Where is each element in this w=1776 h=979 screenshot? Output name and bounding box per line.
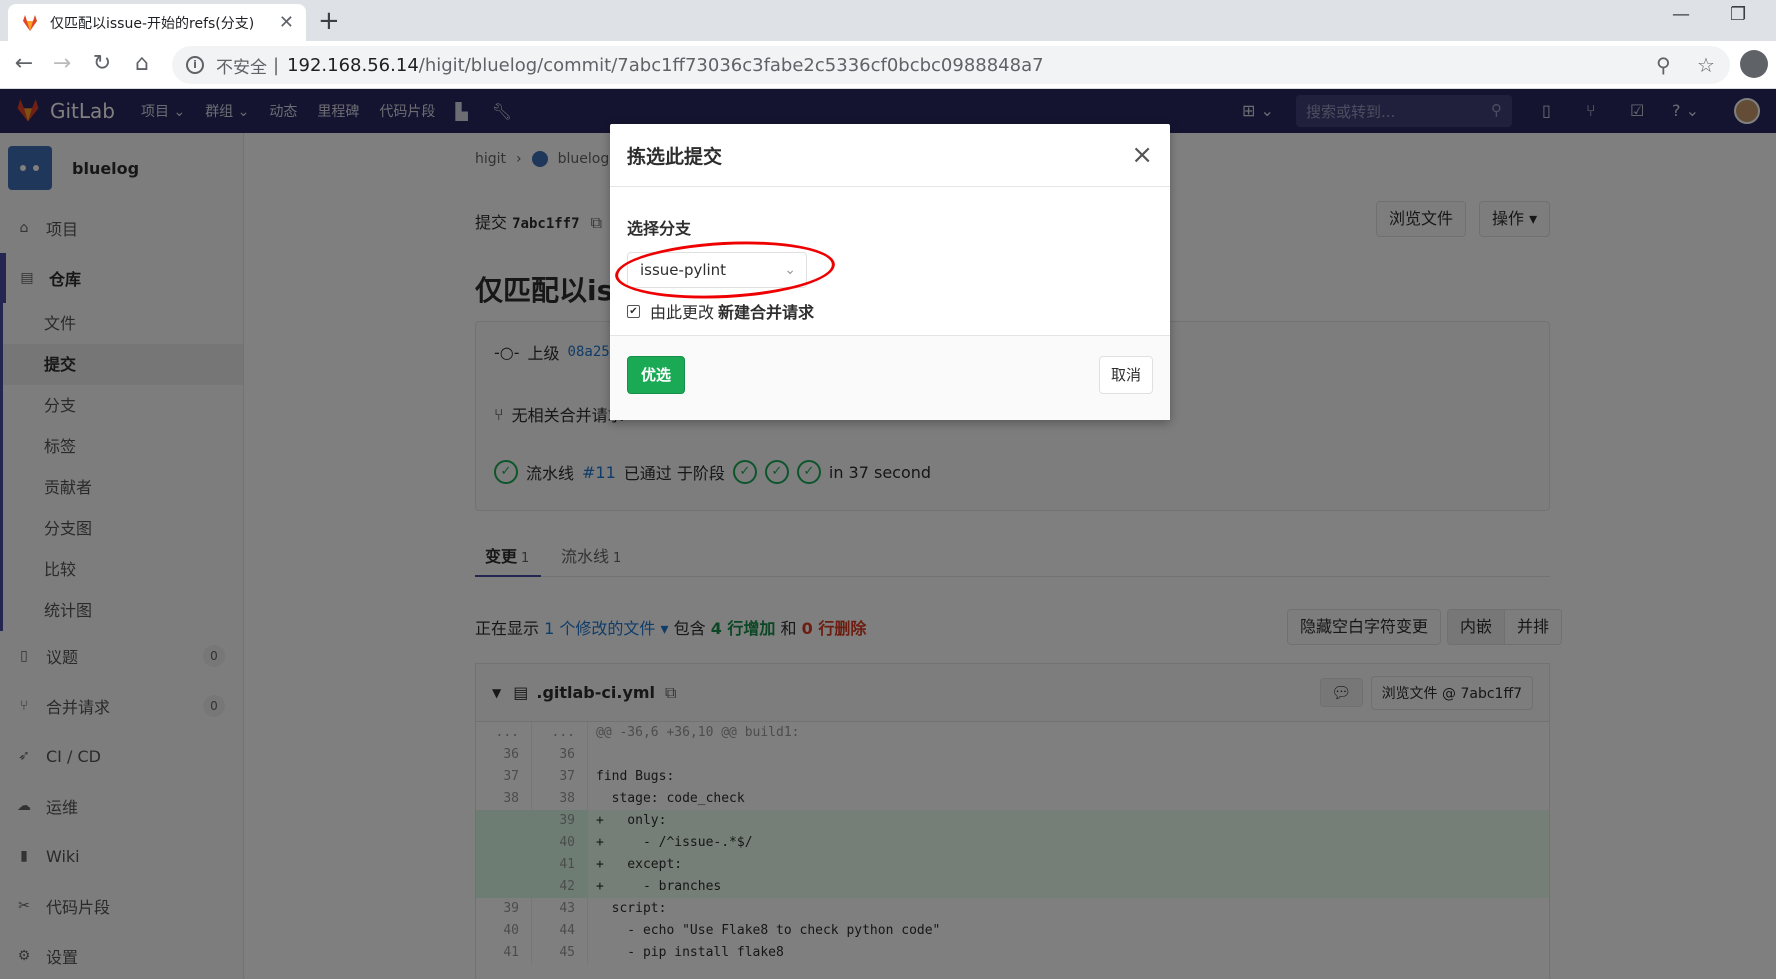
close-icon[interactable]: × <box>1131 140 1153 170</box>
forward-icon[interactable]: → <box>48 51 76 77</box>
cherry-pick-modal: 拣选此提交 × 选择分支 issue-pylint ⌄ ✔ 由此更改 新建合并请… <box>610 124 1170 420</box>
tab-title: 仅匹配以issue-开始的refs(分支) <box>50 15 255 32</box>
url-separator: | <box>273 54 280 76</box>
zoom-icon[interactable]: ⚲ <box>1656 53 1671 77</box>
branch-field-label: 选择分支 <box>627 219 692 238</box>
new-mr-checkbox[interactable]: ✔ <box>627 304 640 318</box>
address-bar[interactable]: i 不安全 | 192.168.56.14/higit/bluelog/comm… <box>172 46 1730 84</box>
modal-body: 选择分支 issue-pylint ⌄ ✔ 由此更改 新建合并请求 <box>610 187 1170 335</box>
insecure-label: 不安全 <box>216 57 267 78</box>
url-host: 192.168.56.14 <box>287 54 419 76</box>
url-path: /higit/bluelog/commit/7abc1ff73036c3fabe… <box>418 54 1044 76</box>
checkbox-text: 由此更改 <box>650 303 715 322</box>
profile-icon[interactable] <box>1740 50 1768 78</box>
gitlab-favicon-icon <box>23 14 37 31</box>
back-icon[interactable]: ← <box>10 51 38 77</box>
modal-header: 拣选此提交 × <box>610 124 1170 187</box>
browser-tab[interactable]: 仅匹配以issue-开始的refs(分支) ✕ <box>8 4 306 41</box>
tab-close-icon[interactable]: ✕ <box>279 12 294 33</box>
info-icon[interactable]: i <box>186 56 204 74</box>
bookmark-star-icon[interactable]: ☆ <box>1697 53 1715 77</box>
home-icon[interactable]: ⌂ <box>128 51 156 77</box>
minimize-icon[interactable]: — <box>1672 4 1690 25</box>
modal-title: 拣选此提交 <box>627 145 723 168</box>
reload-icon[interactable]: ↻ <box>88 51 116 77</box>
new-tab-button[interactable]: + <box>318 6 340 36</box>
checkbox-bold-text: 新建合并请求 <box>718 303 815 322</box>
modal-footer: 优选 取消 <box>610 335 1170 420</box>
cancel-button[interactable]: 取消 <box>1098 356 1153 394</box>
new-mr-checkbox-row[interactable]: ✔ 由此更改 新建合并请求 <box>627 299 814 323</box>
red-annotation-circle <box>613 236 837 304</box>
browser-toolbar: ← → ↻ ⌂ i 不安全 | 192.168.56.14/higit/blue… <box>0 41 1776 89</box>
browser-tabstrip: 仅匹配以issue-开始的refs(分支) ✕ + — ❐ <box>0 0 1776 41</box>
restore-icon[interactable]: ❐ <box>1730 4 1746 25</box>
cherry-pick-submit-button[interactable]: 优选 <box>627 356 686 394</box>
